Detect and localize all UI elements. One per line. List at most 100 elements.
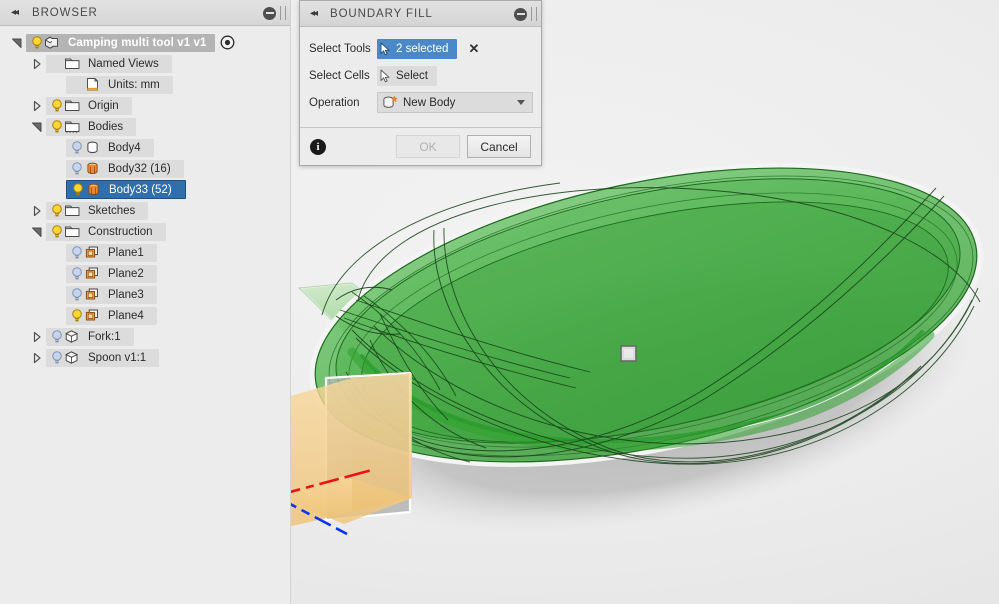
tree-row[interactable]: Origin: [0, 95, 290, 116]
tree-item-plane2[interactable]: Plane2: [66, 264, 157, 283]
collapse-arrow-icon[interactable]: [10, 36, 24, 50]
minimize-icon[interactable]: [514, 7, 527, 21]
dialog-header-controls: [514, 1, 537, 27]
collapse-arrow-icon[interactable]: [30, 120, 44, 134]
tree-row[interactable]: Sketches: [0, 200, 290, 221]
tree-item-origin[interactable]: Origin: [46, 96, 132, 115]
select-tools-row: Select Tools 2 selected ✕: [300, 36, 541, 61]
tree-item-label: Body32 (16): [108, 162, 171, 175]
cursor-arrow-icon: [380, 69, 390, 82]
visibility-bulb-icon[interactable]: [50, 203, 64, 218]
expand-arrow-icon[interactable]: [30, 204, 44, 218]
component-icon: [65, 351, 79, 364]
tree-row[interactable]: Plane2: [0, 263, 290, 284]
tree-row[interactable]: Construction: [0, 221, 290, 242]
tree-item-bodies[interactable]: Bodies: [46, 117, 137, 136]
tree-item-body32-16[interactable]: Body32 (16): [66, 159, 184, 178]
expand-arrow-icon[interactable]: [30, 99, 44, 113]
tree-row[interactable]: Plane1: [0, 242, 290, 263]
tree-row[interactable]: Spoon v1:1: [0, 347, 290, 368]
visibility-bulb-icon[interactable]: [50, 119, 64, 134]
tree-row[interactable]: Body4: [0, 137, 290, 158]
collapse-left-icon[interactable]: ◂◂: [6, 5, 22, 21]
collapse-left-icon[interactable]: ◂◂: [305, 6, 321, 22]
visibility-bulb-icon[interactable]: [50, 224, 64, 239]
chevron-down-icon[interactable]: [517, 100, 525, 105]
tree-item-units-mm[interactable]: Units: mm: [66, 75, 173, 94]
select-cells-chip[interactable]: Select: [377, 65, 437, 86]
expand-arrow-icon[interactable]: [30, 57, 44, 71]
tree-item-construction[interactable]: Construction: [46, 222, 166, 241]
select-tools-label: Select Tools: [309, 42, 371, 55]
visibility-bulb-icon[interactable]: [50, 350, 64, 365]
visibility-bulb-icon[interactable]: [70, 161, 84, 176]
tree-item-named-views[interactable]: Named Views: [46, 54, 172, 73]
browser-header-controls: [263, 0, 286, 26]
visibility-bulb-icon[interactable]: [70, 245, 84, 260]
info-icon[interactable]: i: [310, 138, 326, 155]
browser-header: ◂◂ BROWSER: [0, 0, 290, 26]
select-tools-value: 2 selected: [396, 42, 449, 55]
visibility-bulb-icon[interactable]: [71, 182, 85, 197]
operation-dropdown[interactable]: New Body: [377, 92, 533, 113]
tree-item-label: Sketches: [88, 204, 136, 217]
visibility-bulb-icon[interactable]: [70, 287, 84, 302]
tree-row[interactable]: Plane4: [0, 305, 290, 326]
selection-handle[interactable]: [620, 345, 637, 362]
clear-selection-icon[interactable]: ✕: [468, 42, 479, 55]
tree-item-body33-52[interactable]: Body33 (52): [66, 180, 186, 199]
tree-item-label: Origin: [88, 99, 119, 112]
tree-item-fork-1[interactable]: Fork:1: [46, 327, 134, 346]
collapse-arrow-icon[interactable]: [30, 225, 44, 239]
select-tools-chip[interactable]: 2 selected: [377, 38, 458, 59]
tree-item-plane3[interactable]: Plane3: [66, 285, 157, 304]
plane-icon: [85, 288, 98, 300]
visibility-bulb-icon[interactable]: [70, 266, 84, 281]
tree-row[interactable]: Body32 (16): [0, 158, 290, 179]
tree-item-body4[interactable]: Body4: [66, 138, 154, 157]
tree-item-label: Plane3: [108, 288, 144, 301]
document-component-icon: [44, 36, 58, 49]
operation-label: Operation: [309, 96, 360, 109]
visibility-bulb-icon[interactable]: [30, 35, 44, 50]
dialog-buttons: OK Cancel: [396, 135, 531, 158]
plane-icon: [85, 309, 98, 321]
tree-row[interactable]: Bodies: [0, 116, 290, 137]
tree-item-plane4[interactable]: Plane4: [66, 306, 157, 325]
tree-row[interactable]: Fork:1: [0, 326, 290, 347]
visibility-bulb-icon[interactable]: [70, 308, 84, 323]
tree-item-label: Plane1: [108, 246, 144, 259]
folder-icon: [65, 226, 80, 237]
ok-button[interactable]: OK: [396, 135, 460, 158]
visibility-bulb-icon[interactable]: [50, 98, 64, 113]
tree-row[interactable]: Units: mm: [0, 74, 290, 95]
visibility-bulb-icon[interactable]: [50, 329, 64, 344]
tree-item-label: Body33 (52): [109, 183, 172, 196]
display-setting-icon[interactable]: [220, 35, 235, 50]
minimize-icon[interactable]: [263, 6, 276, 20]
tree-row[interactable]: Plane3: [0, 284, 290, 305]
component-icon: [65, 330, 79, 343]
tree-row[interactable]: Body33 (52): [0, 179, 290, 200]
dialog-resize-grip[interactable]: [531, 7, 537, 21]
tree-item-plane1[interactable]: Plane1: [66, 243, 157, 262]
tree-row[interactable]: Camping multi tool v1 v1: [0, 32, 290, 53]
expand-arrow-icon[interactable]: [30, 330, 44, 344]
tree-item-spoon-v1-1[interactable]: Spoon v1:1: [46, 348, 160, 367]
tree-item-sketches[interactable]: Sketches: [46, 201, 149, 220]
tree-item-camping-multi-tool-v1-v1[interactable]: Camping multi tool v1 v1: [26, 33, 215, 52]
new-body-icon: [383, 95, 398, 108]
dialog-header[interactable]: ◂◂ BOUNDARY FILL: [300, 1, 541, 27]
panel-resize-grip[interactable]: [280, 6, 286, 20]
expand-arrow-icon[interactable]: [30, 351, 44, 365]
origin-construction-planes[interactable]: [276, 371, 412, 528]
cursor-arrow-icon: [380, 42, 390, 55]
visibility-bulb-icon[interactable]: [70, 140, 84, 155]
tree-row[interactable]: Named Views: [0, 53, 290, 74]
cancel-button[interactable]: Cancel: [467, 135, 531, 158]
